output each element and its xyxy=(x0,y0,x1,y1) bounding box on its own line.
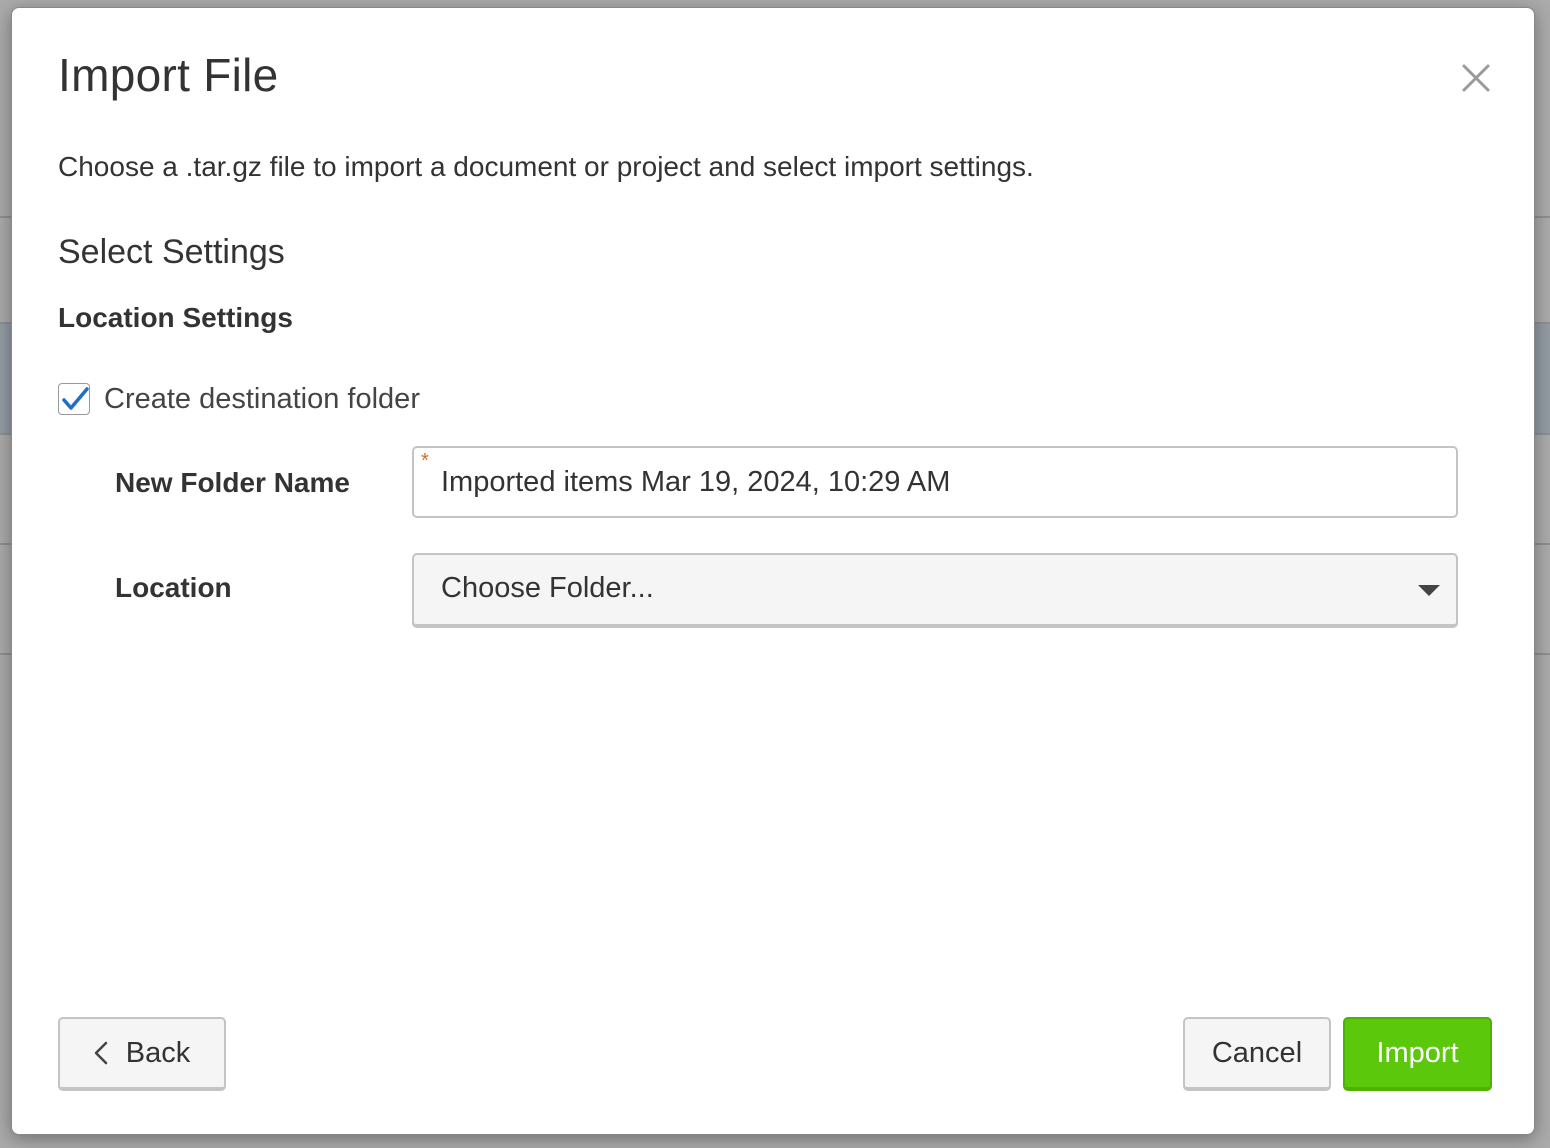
new-folder-name-label: New Folder Name xyxy=(115,467,350,498)
new-folder-name-input[interactable] xyxy=(412,446,1458,518)
create-destination-folder-checkbox[interactable] xyxy=(58,383,90,415)
location-folder-select[interactable]: Choose Folder... xyxy=(412,553,1458,628)
caret-down-icon xyxy=(1418,585,1440,596)
back-button-label: Back xyxy=(125,1036,191,1069)
close-button[interactable] xyxy=(1458,60,1494,96)
create-destination-folder-option[interactable]: Create destination folder xyxy=(58,380,420,418)
location-select-value: Choose Folder... xyxy=(441,572,654,604)
dialog-title: Import File xyxy=(58,49,279,101)
location-label: Location xyxy=(115,572,232,603)
required-indicator: * xyxy=(421,450,429,472)
create-destination-folder-label: Create destination folder xyxy=(104,382,420,415)
checkmark-icon xyxy=(62,387,89,410)
import-file-dialog: Import File Choose a .tar.gz file to imp… xyxy=(11,7,1535,1135)
import-button[interactable]: Import xyxy=(1343,1017,1492,1091)
dialog-description: Choose a .tar.gz file to import a docume… xyxy=(58,151,1034,182)
cancel-button[interactable]: Cancel xyxy=(1183,1017,1331,1091)
location-settings-heading: Location Settings xyxy=(58,302,293,333)
close-icon xyxy=(1462,64,1490,92)
section-title: Select Settings xyxy=(58,233,285,271)
back-button[interactable]: Back xyxy=(58,1017,226,1091)
chevron-left-icon xyxy=(94,1041,108,1065)
